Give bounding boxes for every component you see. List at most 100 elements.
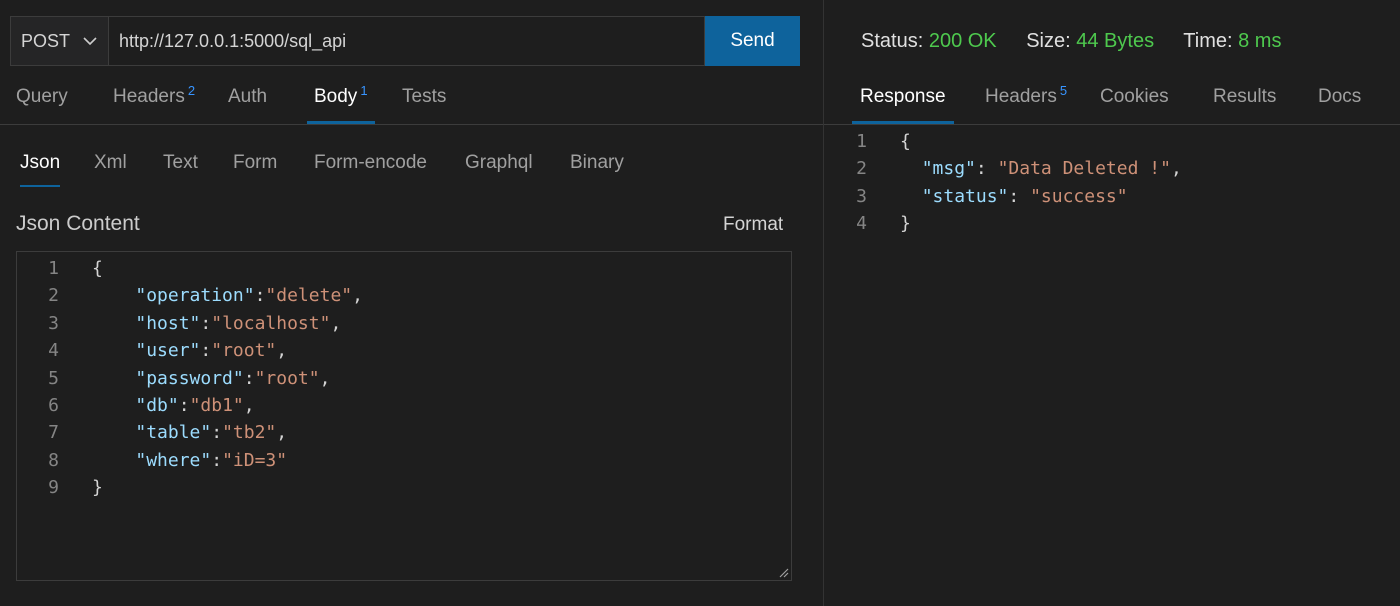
tab-label: Response: [860, 86, 946, 107]
chevron-down-icon: [83, 37, 97, 46]
json-value: "localhost": [211, 312, 331, 334]
tab-auth[interactable]: Auth: [228, 86, 267, 124]
json-content-title: Json Content: [16, 212, 140, 235]
request-panel: POST http://127.0.0.1:5000/sql_api Send …: [0, 0, 823, 606]
tab-cookies[interactable]: Cookies: [1100, 86, 1169, 124]
code-line: 3 "host":"localhost",: [17, 310, 791, 337]
tab-response-headers[interactable]: Headers 5: [985, 83, 1067, 124]
body-tab-graphql[interactable]: Graphql: [465, 152, 533, 187]
body-tab-text[interactable]: Text: [163, 152, 198, 187]
code-punct: {: [900, 131, 911, 152]
line-number: 5: [48, 367, 59, 389]
json-key: "table": [135, 422, 212, 444]
tab-label: Binary: [570, 152, 624, 173]
line-number: 4: [856, 213, 867, 235]
tab-underline: [307, 121, 375, 124]
body-tab-json[interactable]: Json: [20, 152, 61, 187]
body-tab-xml[interactable]: Xml: [94, 152, 127, 187]
method-select[interactable]: POST: [10, 16, 109, 66]
code-text: {: [92, 255, 103, 282]
tab-tests[interactable]: Tests: [402, 86, 446, 124]
tab-docs[interactable]: Docs: [1318, 86, 1361, 124]
code-line: 7 "table":"tb2",: [17, 419, 791, 446]
tab-body[interactable]: Body 1: [307, 83, 375, 124]
code-text: "operation":"delete",: [92, 282, 363, 309]
json-value: "delete": [265, 285, 353, 307]
tab-label: Form: [233, 152, 278, 173]
code-punct: }: [900, 213, 911, 235]
json-key: "user": [135, 340, 201, 362]
line-number: 1: [48, 258, 59, 279]
size-label: Size:: [1026, 30, 1071, 52]
code-punct: ,: [330, 312, 342, 334]
tab-label: Query: [16, 86, 68, 107]
tab-label: Text: [163, 152, 198, 173]
tab-response[interactable]: Response: [852, 86, 954, 124]
json-key: "password": [135, 367, 244, 389]
code-line: 1{: [824, 128, 1400, 155]
body-type-tabs: Json Xml Text Form Form-encode Graphql B…: [0, 152, 823, 188]
code-punct: ,: [243, 395, 255, 416]
code-line: 2 "msg": "Data Deleted !",: [824, 155, 1400, 182]
line-number: 2: [48, 285, 59, 307]
code-line: 8 "where":"iD=3": [17, 447, 791, 474]
tab-label: Docs: [1318, 86, 1362, 107]
code-text: "host":"localhost",: [92, 310, 341, 337]
tab-headers[interactable]: Headers 2: [113, 83, 196, 124]
code-line: 2 "operation":"delete",: [17, 282, 791, 309]
resize-handle-icon[interactable]: [777, 566, 789, 578]
line-number: 2: [856, 158, 867, 180]
line-number: 8: [48, 449, 59, 471]
tab-label: Auth: [228, 86, 268, 107]
response-tabs: Response Headers 5 Cookies Results Docs: [824, 83, 1400, 125]
code-text: }: [900, 210, 911, 237]
code-text: "msg": "Data Deleted !",: [900, 155, 1182, 182]
code-punct: ,: [276, 422, 288, 444]
json-value: "root": [254, 367, 320, 389]
tab-label: Xml: [94, 152, 127, 173]
tab-query[interactable]: Query: [16, 86, 68, 124]
json-key: "operation": [135, 285, 255, 307]
code-punct: ,: [319, 367, 331, 389]
code-punct: ,: [1170, 158, 1182, 180]
code-punct: ,: [352, 285, 363, 307]
tab-label: Json: [20, 152, 61, 173]
tab-label: Body: [314, 86, 358, 107]
code-line: 5 "password":"root",: [17, 365, 791, 392]
code-line: 9}: [17, 474, 791, 501]
method-label: POST: [21, 30, 71, 51]
code-text: "db":"db1",: [92, 392, 255, 419]
code-text: "table":"tb2",: [92, 419, 287, 446]
code-text: "user":"root",: [92, 337, 287, 364]
json-key: "host": [135, 312, 201, 334]
json-key: "msg": [921, 158, 976, 180]
format-button[interactable]: Format: [723, 214, 783, 236]
send-button[interactable]: Send: [705, 16, 800, 66]
body-tab-form-encode[interactable]: Form-encode: [314, 152, 427, 187]
line-number: 4: [48, 340, 59, 362]
json-editor[interactable]: 1 {2 "operation":"delete", 3 "host":"local…: [16, 251, 792, 581]
json-value: "success": [1030, 185, 1128, 207]
line-number: 6: [48, 395, 59, 416]
tab-label: Headers: [113, 86, 185, 107]
body-tab-form[interactable]: Form: [233, 152, 277, 187]
code-line: 4 "user":"root",: [17, 337, 791, 364]
url-input[interactable]: http://127.0.0.1:5000/sql_api: [109, 16, 705, 66]
tab-results[interactable]: Results: [1213, 86, 1276, 124]
time-info: Time: 8 ms: [1183, 30, 1281, 52]
body-tab-binary[interactable]: Binary: [570, 152, 624, 187]
json-key: "db": [135, 395, 179, 416]
code-line: 4}: [824, 210, 1400, 237]
code-text: }: [92, 474, 103, 501]
status-info: Status: 200 OK: [861, 30, 997, 52]
tab-badge: 2: [187, 83, 196, 98]
code-text: "where":"iD=3": [92, 447, 287, 474]
line-number: 7: [48, 422, 59, 444]
size-info: Size: 44 Bytes: [1026, 30, 1154, 52]
json-value: "db1": [189, 395, 244, 416]
code-punct: ,: [276, 340, 288, 362]
